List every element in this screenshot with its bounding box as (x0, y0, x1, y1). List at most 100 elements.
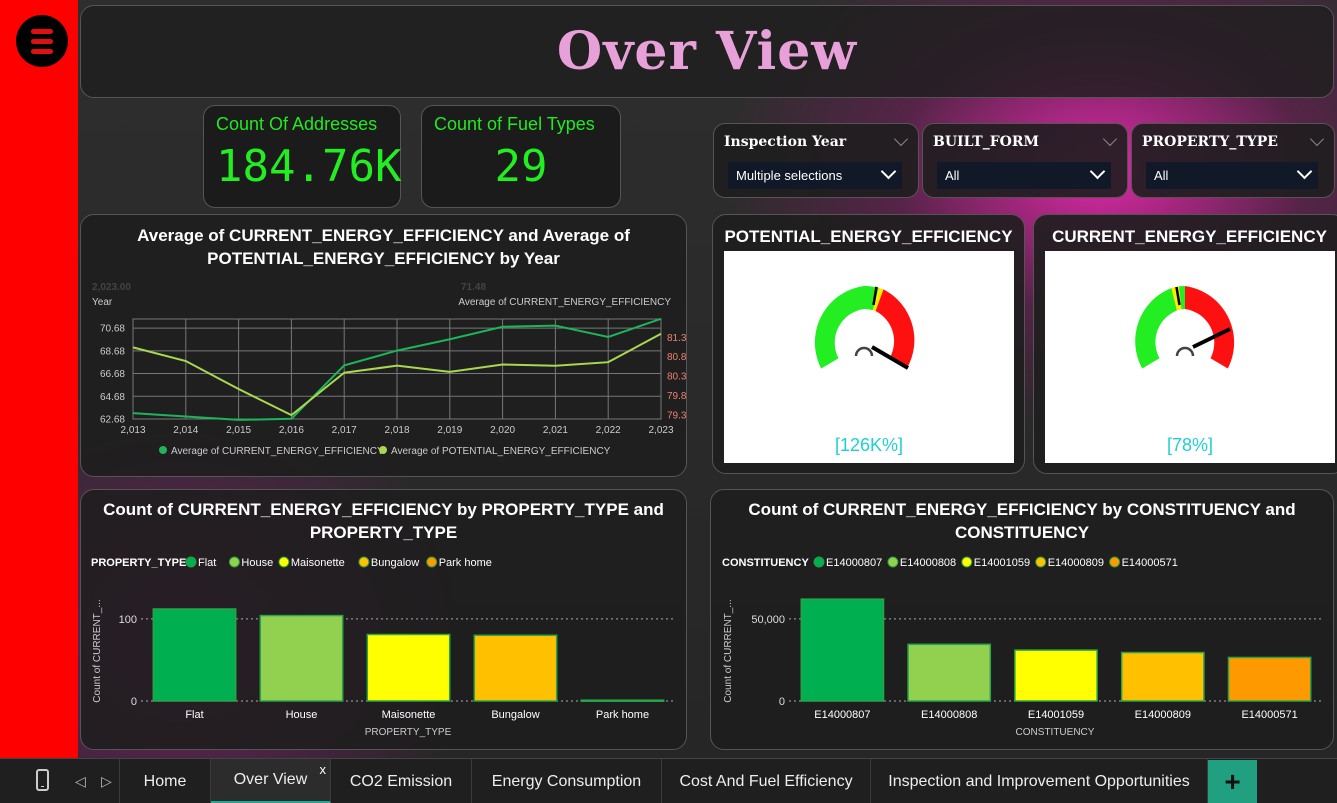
y-left-tick-label: 64.68 (100, 392, 125, 403)
left-axis-label: Year (92, 297, 113, 308)
faded-value-label: 71.48 (461, 282, 486, 293)
bar (580, 699, 665, 702)
legend-marker-potential (379, 446, 387, 454)
slicer-title: BUILT_FORM (933, 134, 1039, 150)
x-axis-label: CONSTITUENCY (1016, 727, 1095, 738)
add-page-button[interactable]: + (1208, 760, 1257, 803)
next-page-icon[interactable]: ▷ (101, 773, 112, 790)
x-tick-label: 2,016 (279, 425, 304, 436)
tab-inspection-improvement[interactable]: Inspection and Improvement Opportunities (871, 759, 1208, 803)
chart-title-line2: PROPERTY_TYPE (309, 523, 458, 542)
x-tick-label: 2,018 (384, 425, 409, 436)
bar (259, 614, 344, 702)
gauge-title: CURRENT_ENERGY_EFFICIENCY (1052, 227, 1327, 246)
slicer-dropdown[interactable]: Multiple selections (728, 162, 902, 189)
x-tick-label: E14000807 (814, 709, 870, 721)
y-right-tick-label: 79.33 (667, 411, 686, 422)
bar-chart-constituency-svg[interactable]: CONSTITUENCY E14000807 E14000808 E14001059… (711, 546, 1333, 751)
bar (366, 633, 451, 702)
legend-title: CONSTITUENCY (722, 557, 809, 569)
bar-chart-constituency-card: Count of CURRENT_ENERGY_EFFICIENCY by CO… (710, 489, 1334, 750)
chart-title-line1: Average of CURRENT_ENERGY_EFFICIENCY and… (137, 226, 630, 245)
y-left-tick-label: 66.68 (100, 369, 125, 380)
tab-cost-fuel-efficiency[interactable]: Cost And Fuel Efficiency (662, 759, 871, 803)
y-right-tick-label: 79.83 (667, 391, 686, 402)
gauge-value: [126K%] (834, 435, 904, 455)
hamburger-menu-icon[interactable] (16, 15, 68, 67)
tab-co2-emission[interactable]: CO2 Emission (331, 759, 472, 803)
y-axis-label: Count of CURRENT_... (92, 599, 103, 702)
kpi-label: Count Of Addresses (216, 114, 378, 134)
slicer-inspection-year: Inspection Year Multiple selections (713, 123, 919, 198)
y-tick-label: 50,000 (751, 614, 785, 626)
x-tick-label: E14000808 (921, 709, 977, 721)
gauge-panel[interactable]: [78%] (1045, 251, 1335, 463)
x-tick-label: 2,020 (490, 425, 515, 436)
tab-home[interactable]: Home (119, 759, 211, 803)
chevron-down-icon (1089, 163, 1106, 180)
right-axis-label: Average of CURRENT_ENERGY_EFFICIENCY (458, 297, 671, 308)
gauge-potential-svg (814, 285, 915, 370)
gauge-card-potential: POTENTIAL_ENERGY_EFFICIENCY [126K%] (712, 214, 1025, 474)
legend-marker (1109, 556, 1121, 568)
gauge-value: [78%] (1166, 435, 1214, 455)
chevron-down-icon (1296, 163, 1313, 180)
bar-chart-property-svg[interactable]: PROPERTY_TYPE Flat House Maisonette Bungalo… (81, 546, 686, 751)
legend-marker (278, 556, 290, 568)
tab-energy-consumption[interactable]: Energy Consumption (472, 759, 662, 803)
side-bar (0, 0, 78, 758)
y-tick-label: 100 (119, 614, 137, 626)
y-left-tick-label: 70.68 (100, 324, 125, 335)
bar (1227, 656, 1312, 702)
gauge-card-current: CURRENT_ENERGY_EFFICIENCY [78%] (1033, 214, 1337, 474)
mobile-layout-icon[interactable] (36, 769, 49, 791)
bar (152, 608, 237, 702)
legend-item: E14000807 (826, 557, 882, 569)
page-title-card: Over View (80, 5, 1334, 98)
legend-marker (426, 556, 438, 568)
x-tick-label: Park home (596, 709, 649, 721)
bar (1120, 651, 1205, 702)
slicer-title: Inspection Year (724, 134, 847, 150)
line-chart-svg[interactable]: 2,023.00 71.48 Year Average of CURRENT_E… (81, 275, 686, 475)
prev-page-icon[interactable]: ◁ (75, 773, 86, 790)
kpi-value: 29 (494, 141, 548, 192)
slicer-dropdown[interactable]: All (1146, 162, 1318, 189)
y-axis-label: Count of CURRENT_... (723, 599, 734, 702)
x-tick-label: 2,015 (226, 425, 251, 436)
tab-label: Cost And Fuel Efficiency (679, 772, 853, 790)
legend-marker-current (159, 446, 167, 454)
legend-item: E14000809 (1048, 557, 1104, 569)
bar-chart-property-card: Count of CURRENT_ENERGY_EFFICIENCY by PR… (80, 489, 687, 750)
gauge-panel[interactable]: [126K%] (724, 251, 1014, 463)
x-tick-label: Flat (185, 709, 203, 721)
kpi-count-addresses: Count Of Addresses 184.76K (203, 105, 401, 208)
tab-label: Home (143, 772, 187, 790)
legend-marker (813, 556, 825, 568)
legend-item: Flat (198, 557, 216, 569)
tab-over-view[interactable]: Over View x (211, 759, 331, 803)
y-right-tick-label: 80.33 (667, 372, 686, 383)
x-tick-label: Bungalow (491, 709, 539, 721)
close-icon[interactable]: x (320, 762, 327, 777)
x-tick-label: 2,023 (648, 425, 673, 436)
x-axis-label: PROPERTY_TYPE (365, 727, 452, 738)
y-right-tick-label: 80.83 (667, 352, 686, 363)
line-chart-card: Average of CURRENT_ENERGY_EFFICIENCY and… (80, 214, 687, 477)
y-tick-label: 0 (779, 696, 785, 708)
gauge-current-svg (1135, 285, 1235, 369)
slicer-value: Multiple selections (736, 168, 843, 183)
kpi-label: Count of Fuel Types (434, 114, 595, 134)
faded-year-label: 2,023.00 (92, 282, 131, 293)
tab-label: Energy Consumption (491, 772, 642, 790)
slicer-title: PROPERTY_TYPE (1142, 134, 1278, 150)
legend-marker (185, 556, 197, 568)
legend-marker (887, 556, 899, 568)
legend-title: PROPERTY_TYPE (91, 557, 186, 569)
bar (473, 634, 558, 702)
bar (800, 598, 885, 702)
slicer-dropdown[interactable]: All (937, 162, 1111, 189)
slicer-built-form: BUILT_FORM All (922, 123, 1128, 198)
slicer-property-type: PROPERTY_TYPE All (1131, 123, 1335, 198)
chart-title-line2: CONSTITUENCY (954, 523, 1090, 542)
